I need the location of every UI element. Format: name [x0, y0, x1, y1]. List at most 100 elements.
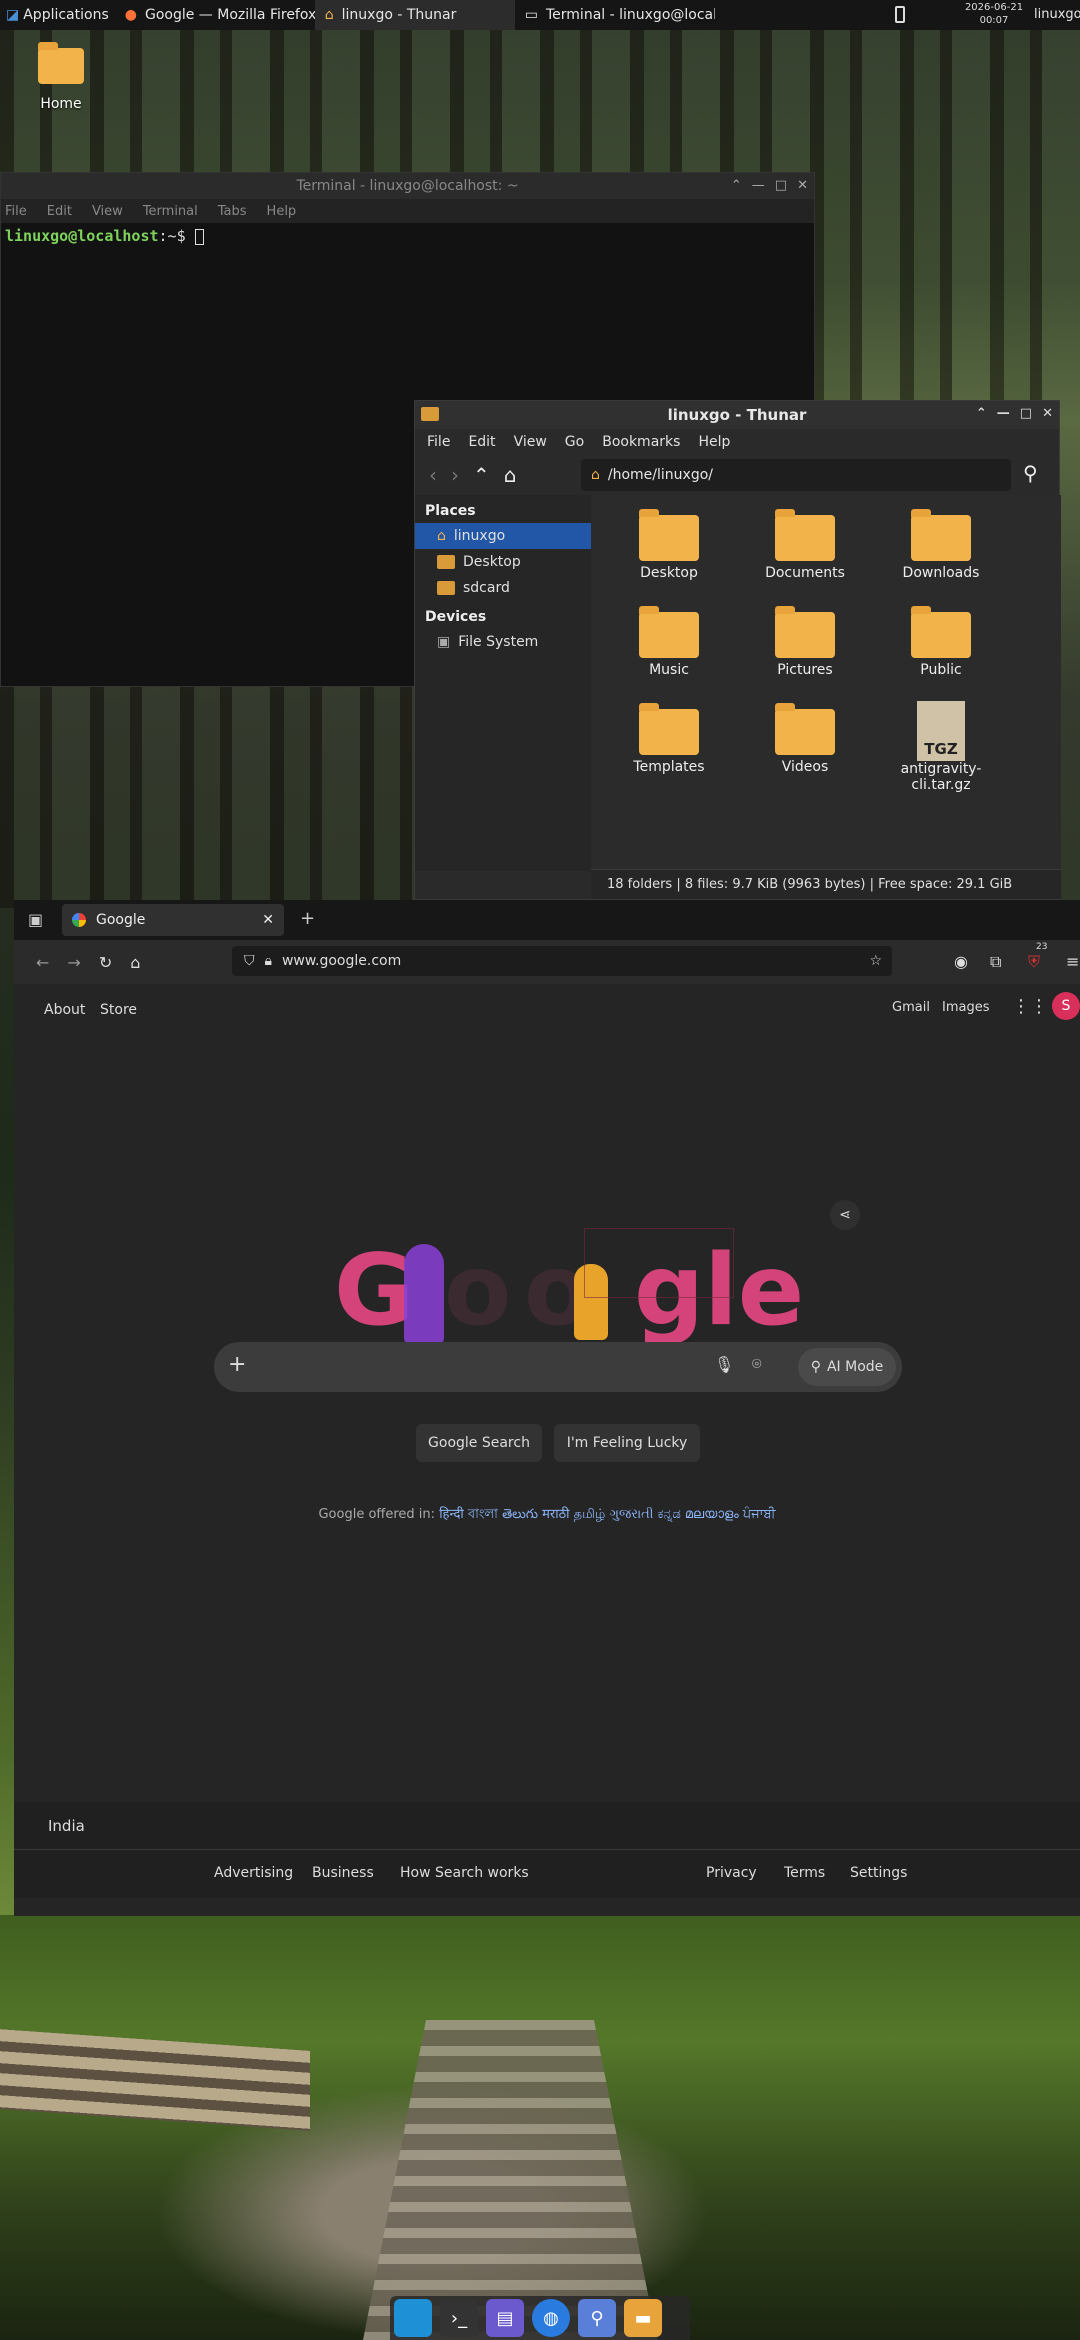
sidebar-item-desktop[interactable]: Desktop [415, 549, 591, 575]
prompt-user: linuxgo@localhost [5, 227, 159, 245]
terminal-menu-terminal[interactable]: Terminal [143, 204, 198, 219]
web-browser-launcher-icon[interactable]: ◍ [532, 2299, 570, 2337]
share-icon[interactable]: ⋖ [830, 1200, 860, 1230]
search-input[interactable]: + 🎙︎ ⌾ ⚲ AI Mode [214, 1342, 902, 1392]
account-icon[interactable]: ◉ [954, 952, 968, 971]
desktop-icon-home[interactable]: Home [30, 42, 92, 112]
maximize-icon[interactable]: □ [1020, 400, 1032, 428]
google-search-button[interactable]: Google Search [416, 1424, 542, 1462]
close-icon[interactable]: ✕ [1042, 400, 1053, 428]
shade-icon[interactable]: ⌃ [976, 400, 987, 428]
about-link[interactable]: About [44, 1002, 85, 1018]
lens-icon[interactable]: ⌾ [752, 1354, 762, 1374]
forward-icon[interactable]: → [67, 953, 80, 972]
thunar-menu-edit[interactable]: Edit [468, 434, 495, 450]
file-item-desktop[interactable]: Desktop [601, 507, 737, 604]
how-search-works-link[interactable]: How Search works [400, 1865, 529, 1881]
file-item-documents[interactable]: Documents [737, 507, 873, 604]
ublock-icon[interactable]: ⛨ [1028, 952, 1040, 972]
minimize-button[interactable]: — [997, 400, 1010, 428]
tab-google[interactable]: Google ✕ [62, 904, 284, 936]
file-manager-launcher-icon[interactable]: ▤ [486, 2299, 524, 2337]
terminal-menu-help[interactable]: Help [267, 204, 297, 219]
taskbar-item-terminal[interactable]: ▭ Terminal - linuxgo@localh... [515, 0, 715, 30]
back-icon[interactable]: ← [36, 953, 49, 972]
sidebar-item-sdcard[interactable]: sdcard [415, 575, 591, 601]
location-bar[interactable]: ⌂ /home/linuxgo/ [581, 459, 1011, 491]
clock[interactable]: 2026-06-21 00:07 [958, 1, 1030, 27]
reload-icon[interactable]: ↻ [99, 953, 112, 972]
menu-icon[interactable]: ≡ [1066, 952, 1079, 971]
sidebar-item-label: File System [458, 634, 539, 650]
feeling-lucky-button[interactable]: I'm Feeling Lucky [554, 1424, 700, 1462]
plus-icon[interactable]: + [228, 1352, 246, 1377]
search-icon[interactable]: ⚲ [1023, 461, 1038, 485]
file-item-downloads[interactable]: Downloads [873, 507, 1009, 604]
business-link[interactable]: Business [312, 1865, 374, 1881]
forward-icon[interactable]: › [451, 463, 459, 487]
settings-link[interactable]: Settings [850, 1865, 907, 1881]
back-icon[interactable]: ‹ [429, 463, 437, 487]
language-links[interactable]: हिन्दी বাংলা తెలుగు मराठी தமிழ் ગુજરાતી … [439, 1507, 775, 1522]
avatar[interactable]: S [1052, 992, 1080, 1020]
folder-icon [421, 407, 439, 421]
file-item-public[interactable]: Public [873, 604, 1009, 701]
thunar-titlebar[interactable]: linuxgo - Thunar ⌃ — □ ✕ [415, 401, 1059, 429]
terminal-menu-file[interactable]: File [5, 204, 27, 219]
battery-icon[interactable] [895, 6, 905, 23]
apps-grid-icon[interactable]: ⋮⋮ [1012, 996, 1048, 1017]
drive-icon: ▣ [437, 634, 451, 650]
terminal-titlebar[interactable]: Terminal - linuxgo@localhost: ~ ⌃ — □ ✕ [1, 173, 814, 199]
parent-folder-icon[interactable]: ⌃ [473, 463, 490, 487]
firefox-window[interactable]: ▣ Google ✕ + ← → ↻ ⌂ ⛉ 🔒︎ www.google.com… [14, 900, 1080, 1916]
close-tab-icon[interactable]: ✕ [262, 912, 274, 928]
terminal-menu-tabs[interactable]: Tabs [218, 204, 247, 219]
sidebar-item-filesystem[interactable]: ▣ File System [415, 629, 591, 655]
desktop-icon-label: Home [40, 96, 82, 112]
gmail-link[interactable]: Gmail [892, 1000, 930, 1015]
close-icon[interactable]: ✕ [797, 173, 808, 199]
advertising-link[interactable]: Advertising [214, 1865, 293, 1881]
microphone-icon[interactable]: 🎙︎ [714, 1355, 734, 1374]
thunar-window[interactable]: linuxgo - Thunar ⌃ — □ ✕ File Edit View … [414, 400, 1061, 900]
minimize-icon[interactable]: ⌃ [731, 173, 742, 199]
ai-mode-button[interactable]: ⚲ AI Mode [798, 1348, 896, 1386]
terminal-launcher-icon[interactable]: ›_ [440, 2299, 478, 2337]
folder-launcher-icon[interactable]: ▬ [624, 2299, 662, 2337]
thunar-menu-file[interactable]: File [427, 434, 450, 450]
terms-link[interactable]: Terms [784, 1865, 825, 1881]
home-icon[interactable]: ⌂ [504, 463, 517, 487]
terminal-output[interactable]: linuxgo@localhost:~$ [1, 223, 814, 249]
privacy-link[interactable]: Privacy [706, 1865, 757, 1881]
store-link[interactable]: Store [100, 1002, 137, 1018]
file-item-label: Templates [633, 759, 705, 775]
file-item-pictures[interactable]: Pictures [737, 604, 873, 701]
file-item-templates[interactable]: Templates [601, 701, 737, 798]
taskbar-item-firefox[interactable]: ● Google — Mozilla Firefox [115, 0, 315, 30]
file-item-archive[interactable]: TGZ antigravity-cli.tar.gz [873, 701, 1009, 798]
home-icon[interactable]: ⌂ [130, 953, 140, 972]
new-tab-icon[interactable]: + [300, 908, 315, 929]
thunar-menu-go[interactable]: Go [565, 434, 584, 450]
file-item-music[interactable]: Music [601, 604, 737, 701]
sidebar-item-linuxgo[interactable]: ⌂ linuxgo [415, 523, 591, 549]
user-menu[interactable]: linuxgo [1034, 7, 1080, 22]
thunar-menu-help[interactable]: Help [698, 434, 730, 450]
url-bar[interactable]: ⛉ 🔒︎ www.google.com ☆ [232, 946, 892, 976]
sidebar-item-label: linuxgo [453, 528, 506, 544]
bookmark-star-icon[interactable]: ☆ [869, 953, 882, 969]
extensions-icon[interactable]: ⧉ [990, 952, 1001, 972]
terminal-menu-view[interactable]: View [92, 204, 123, 219]
thunar-menu-bookmarks[interactable]: Bookmarks [602, 434, 680, 450]
file-item-videos[interactable]: Videos [737, 701, 873, 798]
terminal-menu-edit[interactable]: Edit [47, 204, 72, 219]
applications-menu[interactable]: ◪ Applications [0, 0, 115, 30]
show-desktop-icon[interactable] [394, 2299, 432, 2337]
images-link[interactable]: Images [942, 1000, 990, 1015]
taskbar-item-thunar[interactable]: ⌂ linuxgo - Thunar [314, 0, 515, 30]
minimize-button[interactable]: — [752, 173, 765, 199]
maximize-icon[interactable]: □ [775, 173, 787, 199]
firefox-view-icon[interactable]: ▣ [28, 910, 43, 929]
app-finder-launcher-icon[interactable]: ⚲ [578, 2299, 616, 2337]
thunar-menu-view[interactable]: View [514, 434, 547, 450]
